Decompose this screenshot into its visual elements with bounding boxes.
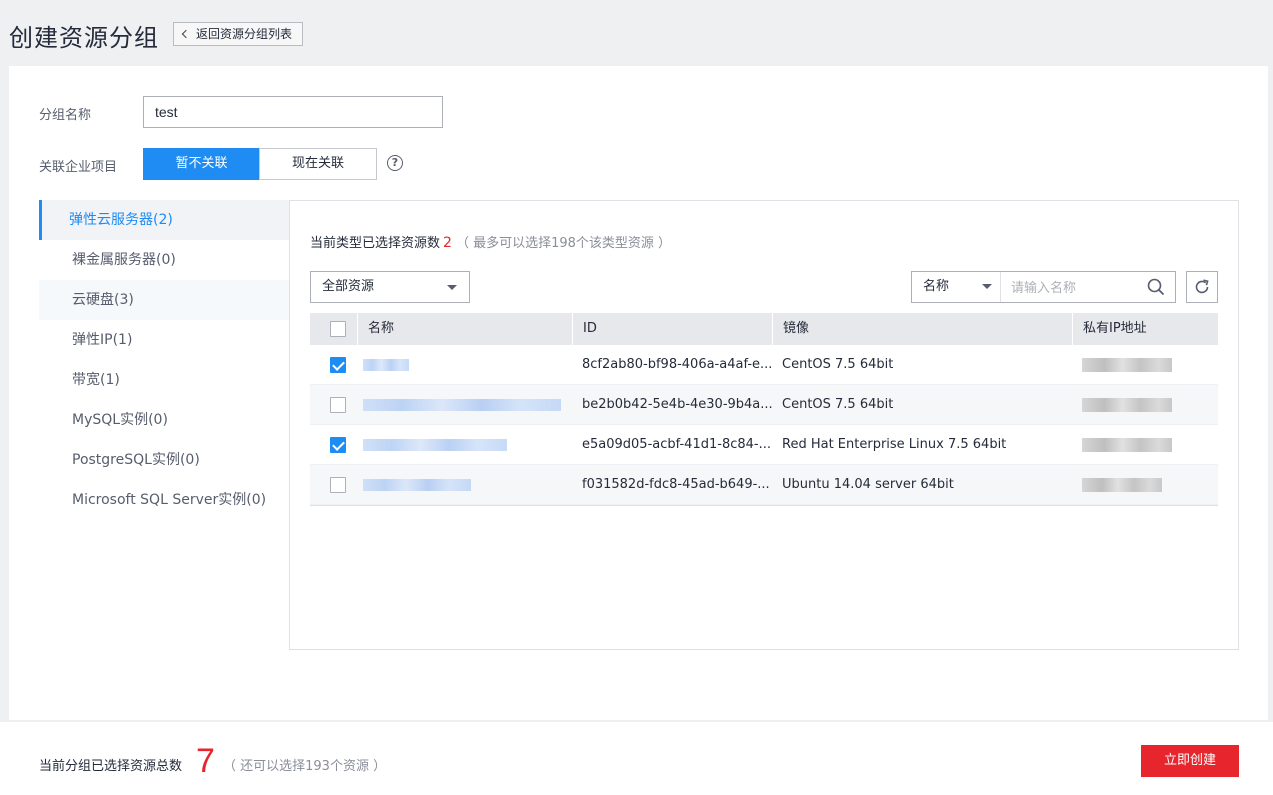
resource-filter-select[interactable]: 全部资源 (310, 271, 470, 303)
search-group: 名称 (911, 271, 1176, 303)
table-row[interactable]: e5a09d05-acbf-41d1-8c84-... Red Hat Ente… (310, 425, 1218, 465)
select-all-cell (310, 313, 357, 345)
main-panel: 分组名称 test 关联企业项目 暂不关联 现在关联 ? 弹性云服务器(2) 裸… (9, 66, 1268, 720)
search-field-value: 名称 (923, 279, 950, 294)
selected-count-value: 2 (443, 235, 452, 251)
selected-count-line: 当前类型已选择资源数 2 （ 最多可以选择198个该类型资源 ） (310, 232, 671, 251)
resource-name-link[interactable] (357, 345, 572, 384)
nav-item-bandwidth[interactable]: 带宽(1) (39, 360, 289, 400)
resource-private-ip (1072, 385, 1218, 424)
footer-bar: 当前分组已选择资源总数 7 （ 还可以选择193个资源 ） 立即创建 (0, 722, 1273, 795)
refresh-icon (1195, 279, 1209, 294)
resource-id: e5a09d05-acbf-41d1-8c84-... (582, 437, 771, 452)
table-bottom-border (310, 505, 1218, 506)
search-field-select[interactable]: 名称 (912, 272, 1001, 302)
caret-down-icon (447, 285, 457, 290)
search-icon[interactable] (1147, 278, 1165, 296)
resource-name-link[interactable] (357, 385, 572, 424)
total-selected-label: 当前分组已选择资源总数 (39, 759, 183, 774)
row-checkbox-cell (310, 345, 357, 384)
row-checkbox[interactable] (330, 437, 346, 453)
column-header-name[interactable]: 名称 (357, 313, 572, 345)
back-button-label: 返回资源分组列表 (196, 27, 293, 41)
selected-count-label: 当前类型已选择资源数 (310, 236, 441, 251)
resource-name-link[interactable] (357, 425, 572, 464)
resource-private-ip (1072, 345, 1218, 384)
table-row[interactable]: 8cf2ab80-bf98-406a-a4af-e... CentOS 7.5 … (310, 345, 1218, 385)
table-row[interactable]: f031582d-fdc8-45ad-b649-... Ubuntu 14.04… (310, 465, 1218, 505)
column-header-private-ip[interactable]: 私有IP地址 (1072, 313, 1218, 345)
resource-type-nav: 弹性云服务器(2) 裸金属服务器(0) 云硬盘(3) 弹性IP(1) 带宽(1)… (39, 200, 289, 520)
column-header-id[interactable]: ID (572, 313, 772, 345)
table-row[interactable]: be2b0b42-5e4b-4e30-9b4a... CentOS 7.5 64… (310, 385, 1218, 425)
resource-private-ip (1072, 425, 1218, 464)
column-header-image[interactable]: 镜像 (772, 313, 1072, 345)
select-all-checkbox[interactable] (330, 321, 346, 337)
table-header: 名称 ID 镜像 私有IP地址 (310, 313, 1218, 345)
resource-id: f031582d-fdc8-45ad-b649-... (582, 477, 770, 492)
nav-item-evs[interactable]: 云硬盘(3) (39, 280, 289, 320)
nav-item-postgresql[interactable]: PostgreSQL实例(0) (39, 440, 289, 480)
help-icon[interactable]: ? (387, 155, 403, 171)
total-selected-hint: （ 还可以选择193个资源 ） (223, 759, 387, 774)
chevron-left-icon (181, 29, 191, 39)
resource-image: Red Hat Enterprise Linux 7.5 64bit (782, 437, 1007, 452)
row-checkbox[interactable] (330, 357, 346, 373)
nav-item-sqlserver[interactable]: Microsoft SQL Server实例(0) (39, 480, 289, 520)
resource-panel: 当前类型已选择资源数2（ 最多可以选择198个该类型资源 ） 全部资源 名称 (289, 200, 1239, 650)
resource-name-link[interactable] (357, 465, 572, 504)
resource-image: CentOS 7.5 64bit (782, 397, 894, 412)
row-checkbox[interactable] (330, 397, 346, 413)
nav-item-ecs[interactable]: 弹性云服务器(2) (39, 200, 289, 240)
group-name-input[interactable]: test (143, 96, 443, 128)
resource-id: be2b0b42-5e4b-4e30-9b4a... (582, 397, 772, 412)
enterprise-project-label: 关联企业项目 (39, 160, 118, 175)
refresh-button[interactable] (1186, 271, 1218, 303)
back-to-list-button[interactable]: 返回资源分组列表 (173, 22, 304, 46)
associate-now-option[interactable]: 现在关联 (259, 148, 377, 180)
resource-id: 8cf2ab80-bf98-406a-a4af-e... (582, 357, 772, 372)
create-now-button[interactable]: 立即创建 (1141, 745, 1239, 777)
resource-filter-value: 全部资源 (322, 279, 375, 294)
page-title: 创建资源分组 (9, 24, 159, 52)
resource-image: Ubuntu 14.04 server 64bit (782, 477, 954, 492)
selected-count-hint: （ 最多可以选择198个该类型资源 ） (455, 236, 672, 251)
nav-item-eip[interactable]: 弹性IP(1) (39, 320, 289, 360)
caret-down-icon (982, 284, 992, 289)
row-checkbox[interactable] (330, 477, 346, 493)
resource-image: CentOS 7.5 64bit (782, 357, 894, 372)
nav-item-bms[interactable]: 裸金属服务器(0) (39, 240, 289, 280)
search-input[interactable] (1002, 272, 1142, 302)
row-checkbox-cell (310, 425, 357, 464)
group-name-label: 分组名称 (39, 108, 92, 123)
row-checkbox-cell (310, 465, 357, 504)
no-association-option[interactable]: 暂不关联 (143, 148, 260, 180)
resource-table: 名称 ID 镜像 私有IP地址 8cf2ab80-bf98-406a-a4af-… (310, 313, 1218, 506)
nav-item-mysql[interactable]: MySQL实例(0) (39, 400, 289, 440)
total-selected-value: 7 (196, 742, 215, 780)
resource-private-ip (1072, 465, 1218, 504)
row-checkbox-cell (310, 385, 357, 424)
